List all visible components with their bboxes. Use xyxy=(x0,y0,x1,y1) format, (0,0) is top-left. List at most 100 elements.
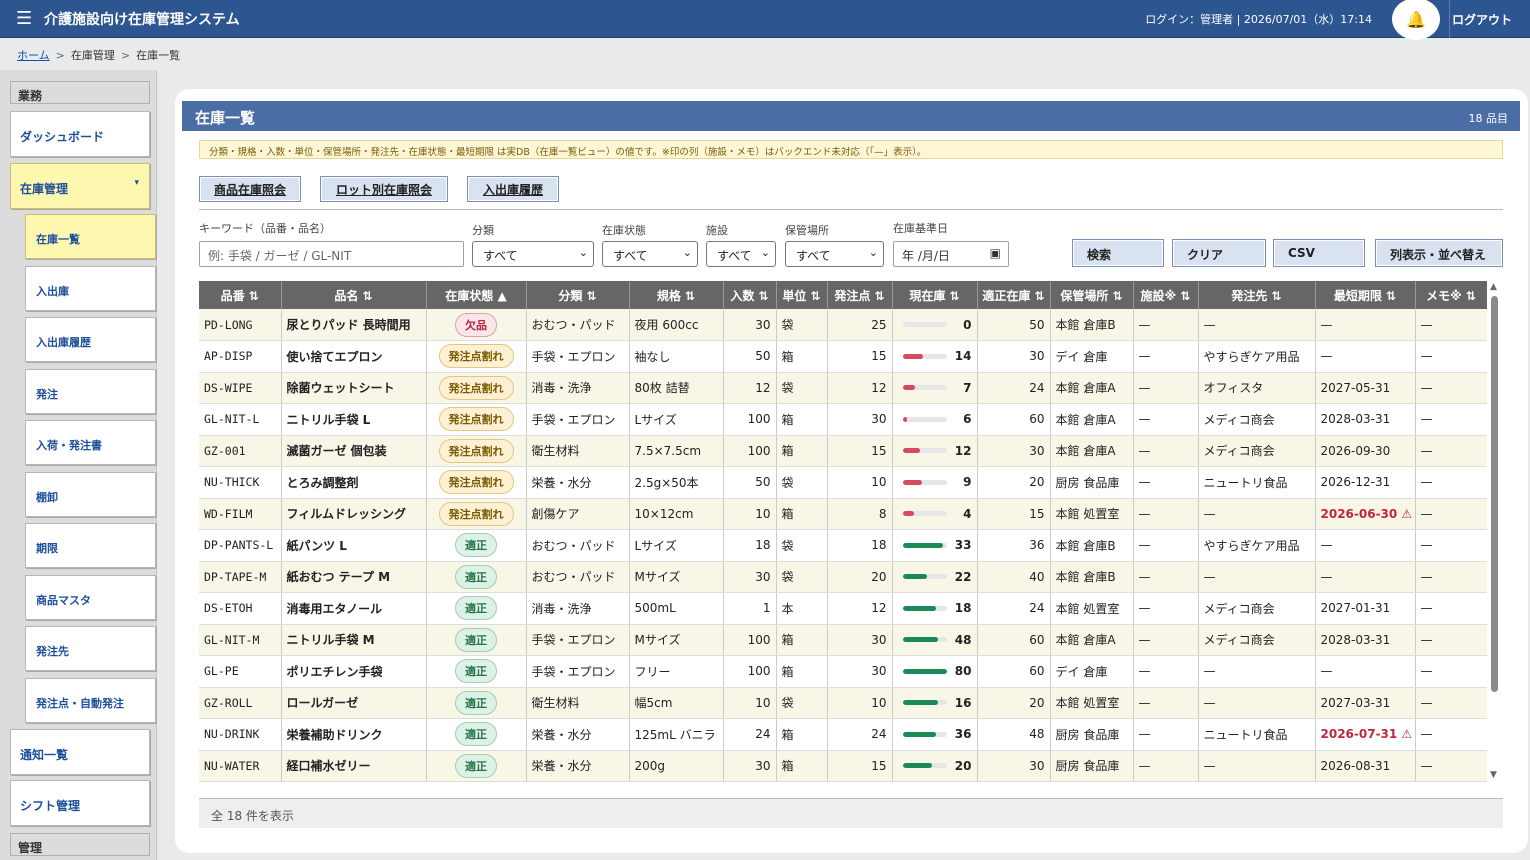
column-header-loc[interactable]: 保管場所 ⇅ xyxy=(1050,281,1134,309)
csv-button[interactable]: CSV xyxy=(1273,239,1365,267)
sidebar-subitem-stock-list[interactable]: 在庫一覧 xyxy=(25,214,156,259)
stock-value: 14 xyxy=(954,349,972,364)
cell-memo: — xyxy=(1415,750,1487,782)
table-row[interactable]: DS-ETOH 消毒用エタノール 適正 消毒・洗浄 500mL 1 本 12 18 24 本館 処置… xyxy=(199,592,1487,625)
cell-code: DP-PANTS-L xyxy=(199,529,282,562)
stock-value: 12 xyxy=(954,443,972,458)
table-row[interactable]: NU-WATER 経口補水ゼリー 適正 栄養・水分 200g 30 箱 15 20 30 厨房 食品… xyxy=(199,750,1487,782)
sidebar-subitem-in-out[interactable]: 入出庫 xyxy=(25,266,156,311)
cell-stock: 6 xyxy=(892,403,978,436)
cell-location: デイ 倉庫 xyxy=(1050,340,1134,373)
column-header-exp[interactable]: 最短期限 ⇅ xyxy=(1315,281,1416,309)
sidebar-subitem-expiry[interactable]: 期限 xyxy=(25,523,156,568)
column-header-qty[interactable]: 入数 ⇅ xyxy=(723,281,777,309)
table-row[interactable]: DP-TAPE-M 紙おむつ テープ M 適正 おむつ・パッド Mサイズ 30 袋 20 22 4… xyxy=(199,561,1487,593)
keyword-input[interactable]: 例: 手袋 / ガーゼ / GL-NIT xyxy=(199,241,464,267)
cell-name: 尿とりパッド 長時間用 xyxy=(281,309,427,341)
notification-bell-icon[interactable]: 🔔 xyxy=(1392,0,1440,40)
status-select[interactable]: すべて ⌄ xyxy=(602,241,698,267)
cell-status: 発注点割れ xyxy=(426,372,527,404)
sidebar-subitem-auto-order[interactable]: 発注点・自動発注 xyxy=(25,678,156,723)
sidebar-subitem-product-master[interactable]: 商品マスタ xyxy=(25,575,156,620)
table-row[interactable]: GZ-ROLL ロールガーゼ 適正 衛生材料 幅5cm 10 袋 10 16 20 本館 処置室 — —… xyxy=(199,687,1487,719)
tab-product-stock[interactable]: 商品在庫照会 xyxy=(199,176,301,202)
scrollbar-thumb[interactable] xyxy=(1491,296,1498,692)
column-header-supplier[interactable]: 発注先 ⇅ xyxy=(1198,281,1316,309)
facility-select[interactable]: すべて ⌄ xyxy=(706,241,776,267)
data-source-note: 分類・規格・入数・単位・保管場所・発注先・在庫状態・最短期限 は実DB（在庫一覧… xyxy=(199,140,1503,159)
column-header-optimal[interactable]: 適正在庫 ⇅ xyxy=(977,281,1051,309)
cell-spec: 袖なし xyxy=(629,340,724,373)
column-header-reorder[interactable]: 発注点 ⇅ xyxy=(827,281,893,309)
table-row[interactable]: GL-NIT-M ニトリル手袋 M 適正 手袋・エプロン Mサイズ 100 箱 30 48 60 本… xyxy=(199,624,1487,656)
app-title: 介護施設向け在庫管理システム xyxy=(44,11,240,28)
sidebar-item-dashboard[interactable]: ダッシュボード xyxy=(10,111,150,157)
cell-category: おむつ・パッド xyxy=(526,309,630,341)
column-header-cat[interactable]: 分類 ⇅ xyxy=(526,281,630,309)
column-header-fac[interactable]: 施設※ ⇅ xyxy=(1133,281,1199,309)
cell-category: 創傷ケア xyxy=(526,498,630,530)
inventory-table-wrap: 品番 ⇅ 品名 ⇅ 在庫状態 ▲ 分類 ⇅ 規格 ⇅ 入数 ⇅ 単位 ⇅ 発注点 ⇅ 現在庫 ⇅… xyxy=(199,281,1487,783)
date-label: 在庫基準日 xyxy=(893,222,948,235)
table-row[interactable]: NU-THICK とろみ調整剤 発注点割れ 栄養・水分 2.5g×50本 50 袋 10 9 20… xyxy=(199,466,1487,499)
date-input[interactable]: 年 /月/日 ▣ xyxy=(893,241,1009,267)
column-header-memo[interactable]: メモ※ ⇅ xyxy=(1415,281,1487,309)
table-row[interactable]: GL-PE ポリエチレン手袋 適正 手袋・エプロン フリー 100 箱 30 80 60 デイ 倉庫… xyxy=(199,655,1487,688)
table-row[interactable]: GZ-001 滅菌ガーゼ 個包装 発注点割れ 衛生材料 7.5×7.5cm 100 箱 15 1… xyxy=(199,435,1487,467)
date-value: 年 /月/日 xyxy=(902,249,950,263)
stock-bar xyxy=(902,731,947,737)
table-row[interactable]: DP-PANTS-L 紙パンツ L 適正 おむつ・パッド Lサイズ 18 袋 18 33 36 本館… xyxy=(199,529,1487,562)
sidebar-item-inventory[interactable]: 在庫管理 ▾ xyxy=(10,163,150,209)
table-scrollbar[interactable]: ▲ ▼ xyxy=(1488,282,1502,784)
status-badge: 適正 xyxy=(455,533,497,558)
category-select[interactable]: すべて ⌄ xyxy=(472,241,594,267)
table-row[interactable]: GL-NIT-L ニトリル手袋 L 発注点割れ 手袋・エプロン Lサイズ 100 箱 30 6 6… xyxy=(199,403,1487,436)
column-header-status[interactable]: 在庫状態 ▲ xyxy=(426,281,527,309)
sidebar-subitem-receiving[interactable]: 入荷・発注書 xyxy=(25,420,156,465)
cell-code: NU-THICK xyxy=(199,466,282,499)
cell-supplier: メディコ商会 xyxy=(1198,403,1316,436)
search-button[interactable]: 検索 xyxy=(1072,239,1164,267)
tab-history[interactable]: 入出庫履歴 xyxy=(467,176,559,202)
scroll-down-icon[interactable]: ▼ xyxy=(1490,770,1497,780)
calendar-icon[interactable]: ▣ xyxy=(990,246,1001,260)
clear-button[interactable]: クリア xyxy=(1172,239,1266,267)
cell-stock: 12 xyxy=(892,435,978,467)
tab-lot-stock[interactable]: ロット別在庫照会 xyxy=(320,176,448,202)
cell-code: GL-NIT-M xyxy=(199,624,282,656)
breadcrumb-home-link[interactable]: ホーム xyxy=(17,49,50,62)
table-row[interactable]: WD-FILM フィルムドレッシング 発注点割れ 創傷ケア 10×12cm 10 箱 8 4 15… xyxy=(199,498,1487,530)
stock-gauge: 16 xyxy=(898,696,972,710)
sidebar-subitem-in-out-history[interactable]: 入出庫履歴 xyxy=(25,317,156,362)
cell-spec: 80枚 詰替 xyxy=(629,372,724,404)
table-row[interactable]: PD-LONG 尿とりパッド 長時間用 欠品 おむつ・パッド 夜用 600cc 30 袋 25… xyxy=(199,309,1487,341)
column-header-unit[interactable]: 単位 ⇅ xyxy=(776,281,828,309)
cell-stock: 7 xyxy=(892,372,978,404)
location-select[interactable]: すべて ⌄ xyxy=(785,241,884,267)
table-row[interactable]: NU-DRINK 栄養補助ドリンク 適正 栄養・水分 125mL バニラ 24 箱 24 36 4… xyxy=(199,718,1487,751)
column-header-spec[interactable]: 規格 ⇅ xyxy=(629,281,724,309)
scroll-up-icon[interactable]: ▲ xyxy=(1490,282,1497,292)
cell-location: 本館 倉庫A xyxy=(1050,624,1134,656)
stock-gauge: 22 xyxy=(898,570,972,584)
stock-bar xyxy=(902,542,947,548)
column-header-stock[interactable]: 現在庫 ⇅ xyxy=(892,281,978,309)
cell-spec: 7.5×7.5cm xyxy=(629,435,724,467)
cell-qty: 100 xyxy=(723,655,777,688)
table-row[interactable]: AP-DISP 使い捨てエプロン 発注点割れ 手袋・エプロン 袖なし 50 箱 15 14 30 デ… xyxy=(199,340,1487,373)
sidebar-subitem-stocktake[interactable]: 棚卸 xyxy=(25,472,156,517)
sidebar-subitem-supplier[interactable]: 発注先 xyxy=(25,626,156,671)
stock-bar-fill xyxy=(902,353,924,359)
column-header-name[interactable]: 品名 ⇅ xyxy=(281,281,427,309)
hamburger-menu-icon[interactable]: ☰ xyxy=(16,9,36,28)
sidebar-item-shift[interactable]: シフト管理 xyxy=(10,780,150,826)
cell-qty: 10 xyxy=(723,687,777,719)
column-header-code[interactable]: 品番 ⇅ xyxy=(199,281,282,309)
column-settings-button[interactable]: 列表示・並べ替え xyxy=(1375,239,1503,267)
logout-button[interactable]: ログアウト xyxy=(1452,11,1512,28)
sidebar-subitem-order[interactable]: 発注 xyxy=(25,369,156,414)
sidebar-section-ops: 業務 xyxy=(10,81,150,104)
table-row[interactable]: DS-WIPE 除菌ウェットシート 発注点割れ 消毒・洗浄 80枚 詰替 12 袋 12 7 24… xyxy=(199,372,1487,404)
sidebar-item-notifications[interactable]: 通知一覧 xyxy=(10,729,150,775)
cell-qty: 50 xyxy=(723,340,777,373)
